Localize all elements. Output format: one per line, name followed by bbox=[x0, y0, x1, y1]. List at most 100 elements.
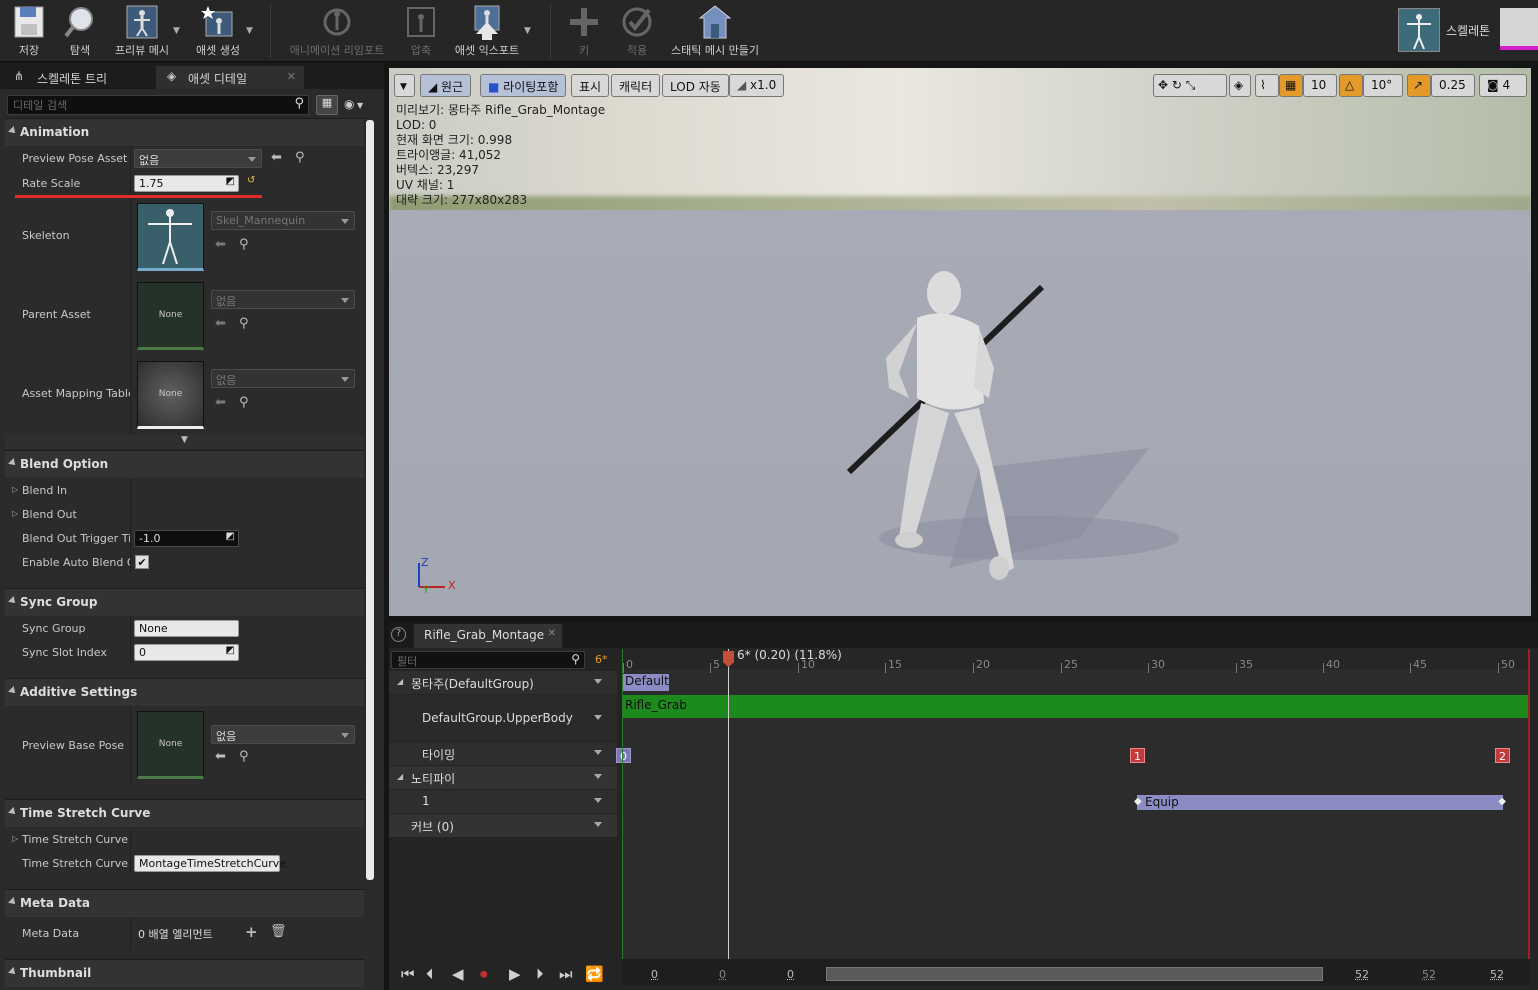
chevron-down-icon[interactable] bbox=[594, 774, 602, 779]
chevron-down-icon[interactable] bbox=[594, 798, 602, 803]
use-selected-arrow-icon[interactable]: ⬅ bbox=[215, 237, 226, 252]
range-end-value[interactable]: 52 bbox=[1422, 968, 1436, 981]
translate-icon[interactable]: ✥ bbox=[1158, 78, 1168, 92]
create-asset-button[interactable]: 애셋 생성 bbox=[188, 0, 248, 62]
sync-group-input[interactable]: None bbox=[134, 620, 239, 637]
preview-base-pose-combo[interactable]: 없음 bbox=[211, 725, 355, 744]
browse-search-icon[interactable]: ⚲ bbox=[295, 150, 305, 165]
segment-rifle-grab[interactable]: Rifle_Grab bbox=[623, 695, 1530, 718]
property-matrix-button[interactable]: ▦ bbox=[316, 95, 338, 115]
export-dropdown-icon[interactable]: ▼ bbox=[524, 26, 531, 36]
current-value[interactable]: 0 bbox=[787, 968, 794, 981]
category-sync-group[interactable]: Sync Group bbox=[5, 588, 364, 616]
parent-asset-combo[interactable]: 없음 bbox=[211, 290, 355, 309]
rotation-snap-toggle[interactable]: △ bbox=[1339, 74, 1363, 97]
track-notify-1[interactable]: 1 bbox=[389, 790, 617, 813]
track-slot-upperbody[interactable]: DefaultGroup.UpperBody bbox=[389, 695, 617, 741]
asset-mapping-thumbnail[interactable]: None bbox=[137, 361, 204, 429]
sync-slot-index-input[interactable]: 0 ◩ bbox=[134, 644, 239, 661]
advanced-expand-button[interactable]: ▼ bbox=[5, 435, 364, 449]
use-selected-arrow-icon[interactable]: ⬅ bbox=[271, 150, 282, 165]
scale-icon[interactable]: ⤡ bbox=[1186, 78, 1196, 92]
blend-out-trigger-input[interactable]: -1.0 ◩ bbox=[134, 530, 239, 547]
coordinate-space-button[interactable]: ◈ bbox=[1229, 74, 1251, 97]
parent-asset-thumbnail[interactable]: None bbox=[137, 282, 204, 350]
browse-search-icon[interactable]: ⚲ bbox=[239, 395, 249, 410]
timeline-scrollbar[interactable] bbox=[826, 967, 1323, 981]
notify-start-handle-icon[interactable]: ◆ bbox=[1134, 795, 1142, 809]
skip-to-start-icon[interactable]: ⏮ bbox=[401, 965, 415, 983]
range-start-value[interactable]: 0 bbox=[651, 968, 658, 981]
prop-time-stretch-curve[interactable]: ▷ Time Stretch Curve bbox=[5, 828, 364, 851]
close-tab-icon[interactable]: ✕ bbox=[548, 628, 556, 639]
step-forward-icon[interactable]: ⏵ bbox=[536, 965, 544, 983]
timeline-area[interactable]: 0 5 10 15 20 25 30 35 40 45 50 Default R… bbox=[616, 648, 1530, 959]
camera-speed-button[interactable]: ◙ 4 bbox=[1479, 74, 1527, 97]
notify-end-handle-icon[interactable]: ◆ bbox=[1498, 795, 1506, 809]
scale-snap-value[interactable]: 0.25 bbox=[1431, 74, 1475, 97]
category-additive-settings[interactable]: Additive Settings bbox=[5, 678, 364, 706]
compress-button[interactable]: 압축 bbox=[398, 0, 444, 62]
make-static-mesh-button[interactable]: 스태틱 메시 만들기 bbox=[666, 0, 764, 62]
viewport-options-button[interactable]: ▼ bbox=[394, 74, 415, 97]
details-search-input[interactable]: 디테일 검색 ⚲ bbox=[7, 95, 309, 115]
skeleton-thumbnail[interactable] bbox=[137, 203, 204, 271]
mesh-mode-icon[interactable] bbox=[1500, 8, 1538, 50]
preview-base-pose-thumbnail[interactable]: None bbox=[137, 711, 204, 779]
timing-marker-2[interactable]: 2 bbox=[1495, 748, 1510, 763]
view-options-button[interactable]: ◉ ▼ bbox=[344, 97, 363, 111]
prop-blend-out[interactable]: ▷ Blend Out bbox=[5, 503, 364, 526]
playback-end-value[interactable]: 52 bbox=[1490, 968, 1504, 981]
help-icon[interactable]: ? bbox=[391, 627, 406, 642]
category-meta-data[interactable]: Meta Data bbox=[5, 889, 364, 917]
timing-marker-1[interactable]: 1 bbox=[1130, 748, 1145, 763]
preview-mesh-button[interactable]: 프리뷰 메시 bbox=[108, 0, 176, 62]
grid-snap-value[interactable]: 10 bbox=[1303, 74, 1337, 97]
use-selected-arrow-icon[interactable]: ⬅ bbox=[215, 316, 226, 331]
surface-snap-button[interactable]: ⌇ bbox=[1255, 74, 1279, 97]
tab-rifle-grab-montage[interactable]: Rifle_Grab_Montage ✕ bbox=[414, 624, 562, 648]
trash-icon[interactable]: 🗑 bbox=[270, 924, 287, 939]
track-montage-group[interactable]: ◢ 몽타주(DefaultGroup) bbox=[389, 671, 617, 694]
preview-mesh-dropdown-icon[interactable]: ▼ bbox=[173, 26, 180, 36]
play-icon[interactable]: ▶ bbox=[509, 965, 521, 983]
show-button[interactable]: 표시 bbox=[571, 74, 610, 97]
loop-icon[interactable]: 🔁 bbox=[585, 965, 604, 983]
rotation-snap-value[interactable]: 10° bbox=[1363, 74, 1403, 97]
browse-search-icon[interactable]: ⚲ bbox=[239, 237, 249, 252]
character-button[interactable]: 캐릭터 bbox=[611, 74, 661, 97]
category-time-stretch-curve[interactable]: Time Stretch Curve bbox=[5, 799, 364, 827]
add-element-icon[interactable]: + bbox=[245, 923, 258, 941]
perspective-button[interactable]: ◢ 원근 bbox=[420, 74, 472, 97]
preview-pose-asset-combo[interactable]: 없음 bbox=[134, 149, 262, 168]
reset-to-default-icon[interactable]: ↺ bbox=[247, 175, 255, 186]
collapse-arrow-icon[interactable]: ◢ bbox=[397, 677, 403, 686]
track-timing[interactable]: 타이밍 bbox=[389, 742, 617, 765]
skeleton-mode-label[interactable]: 스켈레톤 bbox=[1446, 22, 1490, 39]
save-button[interactable]: 저장 bbox=[8, 0, 50, 62]
prop-blend-in[interactable]: ▷ Blend In bbox=[5, 479, 364, 502]
expand-arrow-icon[interactable]: ▷ bbox=[12, 509, 18, 518]
auto-blend-out-checkbox[interactable]: ✔ bbox=[135, 555, 149, 569]
skeleton-combo[interactable]: Skel_Mannequin bbox=[211, 211, 355, 230]
chevron-down-icon[interactable] bbox=[594, 679, 602, 684]
view-end-value[interactable]: 52 bbox=[1355, 968, 1369, 981]
step-back-icon[interactable]: ⏴ bbox=[426, 965, 434, 983]
view-start-value[interactable]: 0 bbox=[719, 968, 726, 981]
skip-to-end-icon[interactable]: ⏭ bbox=[559, 965, 573, 983]
time-stretch-curve-name-input[interactable]: MontageTimeStretchCurve bbox=[134, 855, 286, 872]
track-notifies[interactable]: ◢ 노티파이 bbox=[389, 766, 617, 789]
details-scrollbar[interactable] bbox=[366, 120, 374, 880]
section-default[interactable]: Default bbox=[623, 674, 669, 691]
chevron-down-icon[interactable] bbox=[594, 750, 602, 755]
browse-search-icon[interactable]: ⚲ bbox=[239, 749, 249, 764]
grid-snap-toggle[interactable]: ▦ bbox=[1279, 74, 1303, 97]
chevron-down-icon[interactable] bbox=[594, 715, 602, 720]
preview-viewport[interactable]: ▼ ◢ 원근 ■ 라이팅포함 표시 캐릭터 LOD 자동 ◢ x1.0 ✥ ↻ … bbox=[389, 68, 1531, 616]
key-button[interactable]: 키 bbox=[564, 0, 604, 62]
category-animation[interactable]: Animation bbox=[5, 118, 364, 146]
record-icon[interactable]: ⏺ bbox=[480, 965, 488, 983]
play-reverse-icon[interactable]: ◀ bbox=[452, 965, 464, 983]
use-selected-arrow-icon[interactable]: ⬅ bbox=[215, 395, 226, 410]
create-asset-dropdown-icon[interactable]: ▼ bbox=[246, 26, 253, 36]
